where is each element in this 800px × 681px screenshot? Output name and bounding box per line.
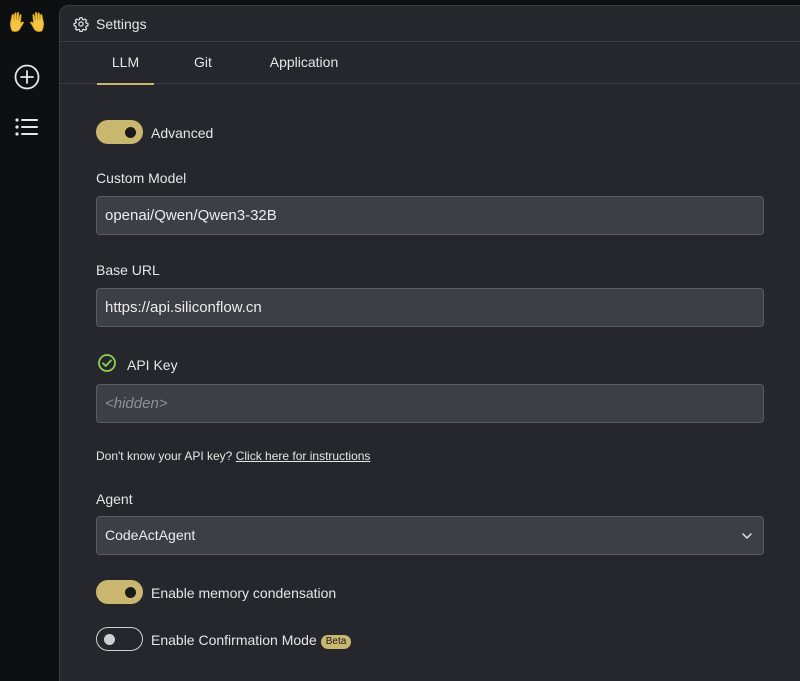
settings-panel: Settings LLM Git Application Advanced Cu…: [59, 5, 800, 681]
api-key-input[interactable]: <hidden>: [96, 384, 764, 423]
agent-label: Agent: [96, 491, 133, 507]
toggle-knob: [104, 633, 115, 645]
memory-condensation-toggle[interactable]: [96, 580, 143, 604]
api-key-label: API Key: [127, 357, 178, 373]
agent-select[interactable]: CodeActAgent: [96, 516, 764, 555]
check-circle-icon: [98, 354, 116, 372]
tab-llm[interactable]: LLM: [97, 42, 154, 85]
list-icon[interactable]: [12, 112, 42, 142]
confirmation-mode-toggle[interactable]: [96, 627, 143, 651]
plus-circle-icon[interactable]: [12, 62, 42, 92]
advanced-label: Advanced: [151, 125, 214, 141]
base-url-label: Base URL: [96, 262, 160, 278]
memory-condensation-label: Enable memory condensation: [151, 585, 337, 601]
custom-model-label: Custom Model: [96, 170, 187, 186]
left-rail: [0, 0, 54, 681]
confirmation-mode-text: Enable Confirmation Mode: [151, 632, 317, 648]
gear-icon: [73, 16, 89, 32]
confirmation-mode-label: Enable Confirmation Mode Beta: [151, 632, 352, 649]
toggle-knob: [125, 587, 136, 598]
base-url-input[interactable]: https://api.siliconflow.cn: [96, 288, 764, 327]
api-key-instructions-link[interactable]: Click here for instructions: [236, 449, 371, 463]
raised-hands-icon[interactable]: [9, 11, 45, 33]
toggle-knob: [125, 127, 136, 138]
panel-header: Settings: [60, 6, 800, 42]
page-title: Settings: [96, 15, 147, 32]
api-key-help: Don't know your API key? Click here for …: [96, 449, 370, 463]
chevron-down-icon: [742, 533, 752, 539]
beta-badge: Beta: [320, 635, 352, 649]
app: Settings LLM Git Application Advanced Cu…: [0, 0, 800, 681]
tab-application[interactable]: Application: [260, 42, 348, 84]
tab-bar: LLM Git Application: [60, 42, 800, 85]
advanced-toggle[interactable]: [96, 120, 143, 144]
api-key-help-text: Don't know your API key?: [96, 449, 233, 463]
custom-model-input[interactable]: openai/Qwen/Qwen3-32B: [96, 196, 764, 235]
tab-git[interactable]: Git: [186, 42, 220, 84]
agent-select-value: CodeActAgent: [105, 527, 196, 543]
